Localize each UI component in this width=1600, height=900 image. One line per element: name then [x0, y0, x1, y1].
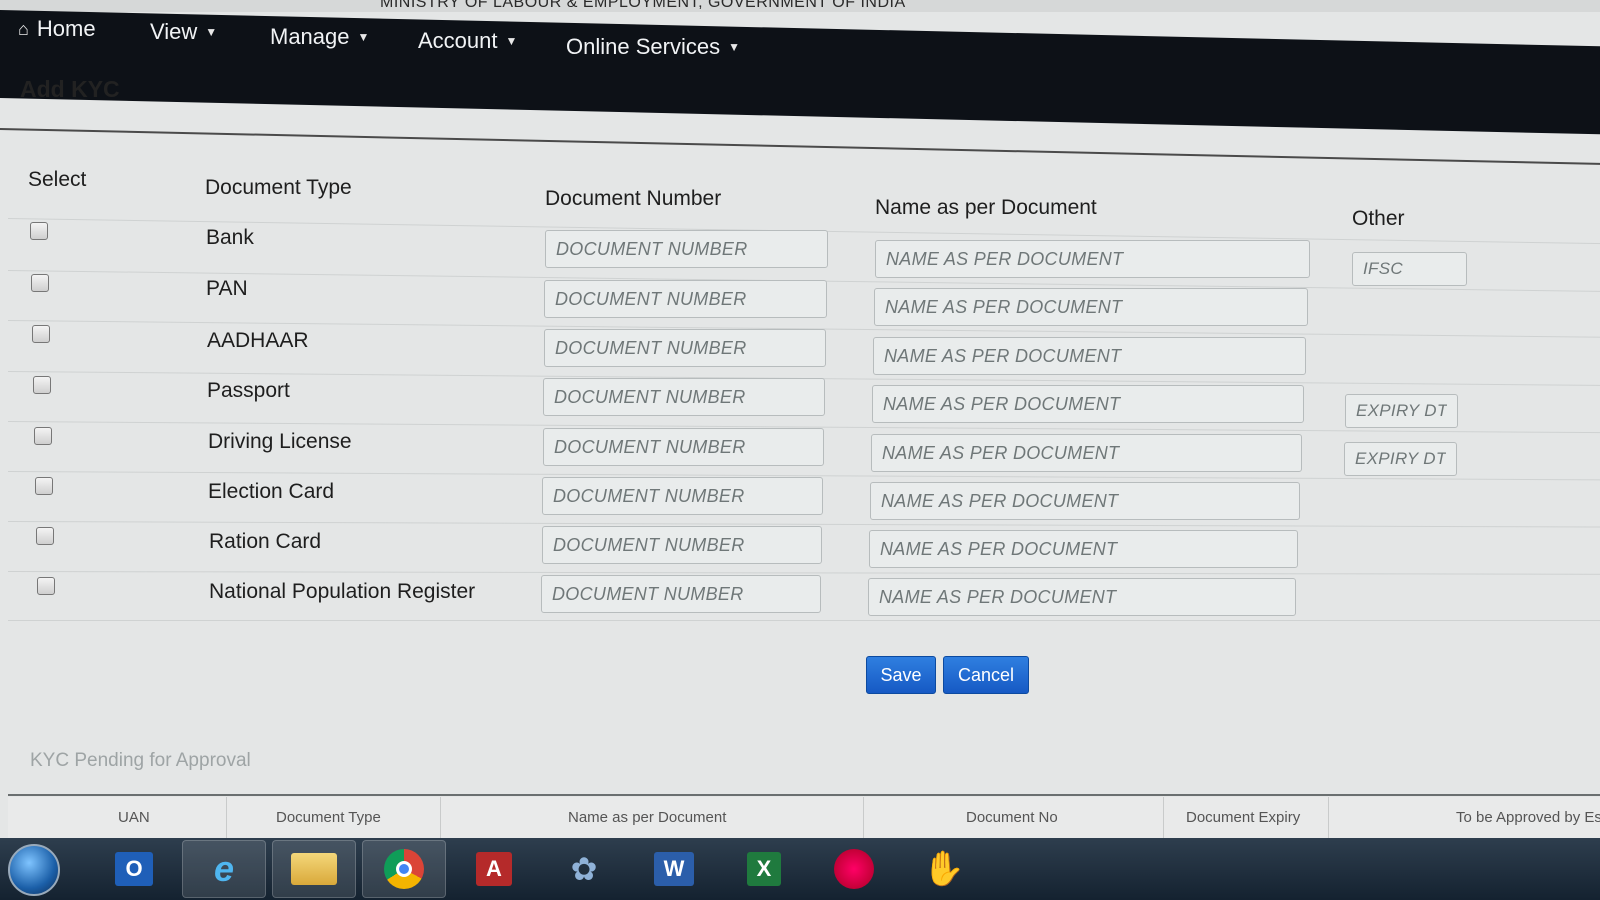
name-input-national-population-register[interactable]	[868, 578, 1296, 616]
column-separator	[440, 797, 441, 839]
column-header-document-number: Document Number	[545, 187, 722, 210]
access-icon[interactable]: A	[452, 840, 536, 898]
cancel-button[interactable]: Cancel	[943, 656, 1029, 694]
nav-online-services[interactable]: Online Services ▼	[566, 34, 740, 60]
tool-icon[interactable]: ✿	[542, 840, 626, 898]
pending-column-approver: To be Approved by Es	[1456, 809, 1600, 826]
column-header-other: Other	[1352, 207, 1405, 230]
column-header-select: Select	[28, 168, 87, 191]
nav-home[interactable]: ⌂ Home	[18, 16, 96, 42]
select-checkbox-election-card[interactable]	[35, 477, 53, 495]
name-input-bank[interactable]	[875, 240, 1310, 278]
outlook-icon[interactable]: O	[92, 840, 176, 898]
media-icon[interactable]	[812, 840, 896, 898]
select-checkbox-passport[interactable]	[33, 376, 51, 394]
name-input-election-card[interactable]	[870, 482, 1300, 520]
column-separator	[1163, 797, 1164, 839]
document-number-input-election-card[interactable]	[542, 477, 823, 515]
document-number-input-pan[interactable]	[544, 280, 827, 318]
pending-divider	[8, 794, 1600, 796]
column-header-name-as-per-document: Name as per Document	[875, 196, 1097, 219]
page-title: Add KYC	[20, 76, 120, 102]
pending-column-document-no: Document No	[966, 809, 1058, 826]
nav-account[interactable]: Account ▼	[418, 28, 517, 54]
document-number-input-bank[interactable]	[545, 230, 828, 268]
column-separator	[1328, 797, 1329, 839]
document-type-label: Bank	[206, 226, 254, 249]
expiry-date-input-passport[interactable]	[1345, 394, 1458, 428]
pending-table-header: UAN Document Type Name as per Document D…	[8, 797, 1600, 839]
select-checkbox-national-population-register[interactable]	[37, 577, 55, 595]
title-divider	[0, 128, 1600, 166]
hand-icon[interactable]: ✋	[902, 840, 986, 898]
nav-manage[interactable]: Manage ▼	[270, 24, 369, 50]
document-number-input-driving-license[interactable]	[543, 428, 824, 466]
document-type-label: Driving License	[208, 430, 352, 453]
nav-view[interactable]: View ▼	[150, 19, 217, 45]
document-type-label: AADHAAR	[207, 329, 309, 352]
pending-column-name: Name as per Document	[568, 809, 727, 826]
nav-home-label: Home	[36, 16, 96, 41]
chrome-icon[interactable]	[362, 840, 446, 898]
select-checkbox-pan[interactable]	[31, 274, 49, 292]
nav-manage-label: Manage	[270, 24, 350, 49]
column-header-document-type: Document Type	[205, 176, 352, 199]
pending-column-document-type: Document Type	[276, 809, 381, 826]
name-input-driving-license[interactable]	[871, 434, 1302, 472]
name-input-passport[interactable]	[872, 385, 1304, 423]
name-input-aadhaar[interactable]	[873, 337, 1306, 375]
home-icon: ⌂	[18, 18, 29, 39]
chevron-down-icon: ▼	[728, 40, 740, 54]
internet-explorer-icon[interactable]: e	[182, 840, 266, 898]
document-number-input-national-population-register[interactable]	[541, 575, 821, 613]
pending-section-title: KYC Pending for Approval	[30, 750, 251, 771]
column-separator	[863, 797, 864, 839]
select-checkbox-ration-card[interactable]	[36, 527, 54, 545]
nav-account-label: Account	[418, 28, 498, 53]
name-input-ration-card[interactable]	[869, 530, 1298, 568]
document-type-label: Election Card	[208, 480, 335, 503]
nav-online-services-label: Online Services	[566, 34, 721, 59]
select-checkbox-driving-license[interactable]	[34, 427, 52, 445]
excel-icon[interactable]: X	[722, 840, 806, 898]
select-checkbox-bank[interactable]	[30, 222, 48, 240]
save-button[interactable]: Save	[866, 656, 936, 694]
document-type-label: PAN	[206, 277, 248, 300]
name-input-pan[interactable]	[874, 288, 1308, 326]
row-divider	[8, 620, 1600, 621]
pending-column-document-expiry: Document Expiry	[1186, 809, 1301, 826]
expiry-date-input-driving-license[interactable]	[1344, 442, 1457, 476]
chevron-down-icon: ▼	[357, 30, 370, 44]
windows-taskbar: O e A ✿ W X ✋	[0, 838, 1600, 900]
chevron-down-icon: ▼	[505, 34, 518, 48]
chevron-down-icon: ▼	[205, 25, 218, 39]
nav-view-label: View	[150, 19, 198, 44]
pending-column-uan: UAN	[118, 809, 150, 826]
column-separator	[226, 797, 227, 839]
select-checkbox-aadhaar[interactable]	[32, 325, 50, 343]
windows-start-icon[interactable]	[8, 844, 60, 896]
document-number-input-passport[interactable]	[543, 378, 825, 416]
document-number-input-aadhaar[interactable]	[544, 329, 826, 367]
document-number-input-ration-card[interactable]	[542, 526, 822, 564]
nav-menu: ⌂ Home View ▼ Manage ▼ Account ▼ Online …	[0, 10, 1600, 70]
file-explorer-icon[interactable]	[272, 840, 356, 898]
document-type-label: Ration Card	[209, 530, 322, 553]
word-icon[interactable]: W	[632, 840, 716, 898]
ifsc-input[interactable]	[1352, 252, 1467, 286]
document-type-label: National Population Register	[209, 580, 476, 603]
document-type-label: Passport	[207, 379, 290, 402]
